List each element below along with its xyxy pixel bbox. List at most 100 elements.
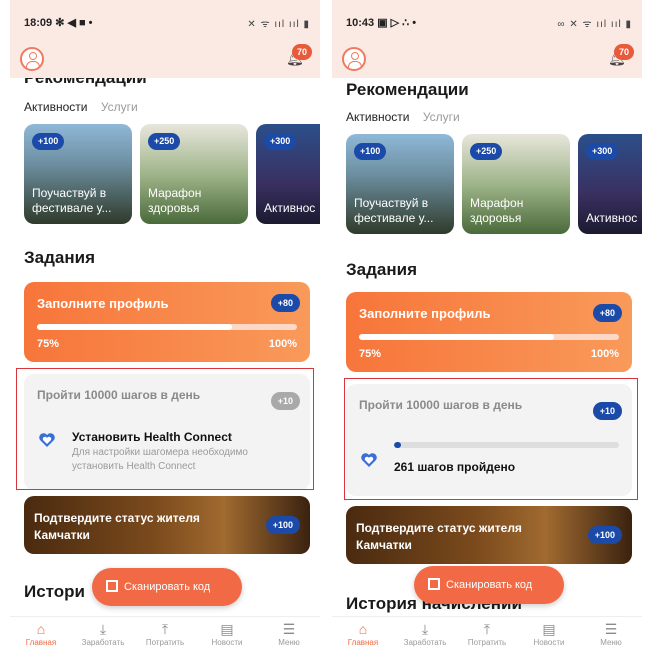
bottom-navigation: ⌂ Главная ⤓ Заработать ⤒ Потратить ▤ Нов…: [332, 616, 642, 656]
promo-label: Активнос: [586, 211, 638, 225]
recommendations-title: Рекомендации: [346, 80, 469, 99]
profile-progress-fill: [359, 334, 554, 340]
nav-item-menu[interactable]: ☰ Меню: [580, 621, 642, 647]
promo-points-badge: +300: [586, 143, 619, 160]
download-icon: ⤓: [99, 621, 107, 637]
nav-label: Заработать: [81, 638, 125, 647]
nav-item-spend[interactable]: ⤒ Потратить: [456, 621, 518, 647]
nav-item-home[interactable]: ⌂ Главная: [332, 621, 394, 647]
profile-avatar-icon[interactable]: [342, 47, 366, 71]
promo-card-festival[interactable]: +100 Поучаствуй в фестивале у...: [346, 134, 454, 234]
highlight-frame: [344, 378, 638, 500]
task-fill-profile[interactable]: Заполните профиль +80 75% 100%: [346, 292, 632, 372]
nav-item-menu[interactable]: ☰ Меню: [258, 621, 320, 647]
scan-code-label: Сканировать код: [446, 579, 533, 591]
promo-card-marathon[interactable]: +250 Марафон здоровья: [140, 124, 248, 224]
nav-label: Заработать: [403, 638, 447, 647]
points-badge: +100: [587, 526, 622, 544]
system-icons: ✕ ᯤ ııl ııl ▮: [247, 19, 310, 30]
tab-services[interactable]: Услуги: [101, 100, 138, 114]
home-icon: ⌂: [36, 621, 46, 637]
nav-item-news[interactable]: ▤ Новости: [518, 621, 580, 647]
profile-avatar-icon[interactable]: [20, 47, 44, 71]
promo-carousel: +100 Поучаствуй в фестивале у... +250 Ма…: [24, 124, 320, 224]
home-icon: ⌂: [358, 621, 368, 637]
phone-screen-right: 10:43 ▣ ▷ ∴ • ∞ ✕ ᯤ ııl ııl ▮ 🔔︎ 70 Реко…: [332, 0, 642, 656]
promo-label: Марафон здоровья: [148, 186, 202, 215]
progress-current-label: 75%: [37, 338, 60, 350]
nav-label: Главная: [347, 638, 379, 647]
system-icons: ∞ ✕ ᯤ ııl ııl ▮: [557, 19, 632, 30]
task-confirm-residency[interactable]: Подтвердите статус жителя Камчатки +100: [346, 506, 632, 564]
phone-screen-left: 18:09 ✻ ◀ ■ • ✕ ᯤ ııl ııl ▮ 🔔︎ 70 Рекоме…: [10, 0, 320, 656]
profile-progress-fill: [37, 324, 232, 330]
promo-card-festival[interactable]: +100 Поучаствуй в фестивале у...: [24, 124, 132, 224]
promo-card-activity[interactable]: +300 Активнос: [256, 124, 320, 224]
promo-points-badge: +100: [32, 133, 65, 150]
news-icon: ▤: [220, 621, 234, 637]
status-time: 18:09 ✻ ◀ ■ •: [24, 17, 93, 29]
promo-label: Марафон здоровья: [470, 196, 524, 225]
nav-item-news[interactable]: ▤ Новости: [196, 621, 258, 647]
qr-code-icon: [106, 580, 118, 592]
nav-label: Новости: [211, 638, 243, 647]
tasks-title: Задания: [346, 260, 417, 279]
nav-label: Потратить: [467, 638, 507, 647]
promo-label: Поучаствуй в фестивале у...: [32, 186, 112, 215]
nav-label: Меню: [600, 638, 622, 647]
highlight-frame: [16, 368, 314, 490]
points-badge: +80: [270, 294, 300, 312]
nav-item-spend[interactable]: ⤒ Потратить: [134, 621, 196, 647]
tab-activities[interactable]: Активности: [24, 100, 87, 114]
history-title: Истори: [24, 582, 85, 601]
nav-item-earn[interactable]: ⤓ Заработать: [394, 621, 456, 647]
profile-progress-bar: [359, 334, 619, 340]
tasks-title: Задания: [24, 248, 95, 267]
status-bar: 10:43 ▣ ▷ ∴ • ∞ ✕ ᯤ ııl ııl ▮: [332, 0, 642, 38]
task-title: Заполните профиль: [37, 296, 169, 311]
promo-points-badge: +300: [264, 133, 297, 150]
main-content: Рекомендации Активности Услуги +100 Поуч…: [332, 78, 642, 618]
app-header: 🔔︎ 70: [10, 38, 320, 78]
nav-item-home[interactable]: ⌂ Главная: [10, 621, 72, 647]
points-badge: +80: [592, 304, 622, 322]
scan-code-button[interactable]: Сканировать код: [414, 566, 564, 604]
menu-icon: ☰: [282, 621, 296, 637]
recommendation-tabs: Активности Услуги: [346, 110, 470, 124]
tab-activities[interactable]: Активности: [346, 110, 409, 124]
nav-label: Главная: [25, 638, 57, 647]
download-icon: ⤓: [421, 621, 429, 637]
task-title: Подтвердите статус жителя Камчатки: [356, 521, 522, 552]
promo-card-marathon[interactable]: +250 Марафон здоровья: [462, 134, 570, 234]
bottom-navigation: ⌂ Главная ⤓ Заработать ⤒ Потратить ▤ Нов…: [10, 616, 320, 656]
qr-code-icon: [428, 578, 440, 590]
progress-target-label: 100%: [590, 348, 619, 360]
menu-icon: ☰: [604, 621, 618, 637]
app-header: 🔔︎ 70: [332, 38, 642, 78]
nav-label: Потратить: [145, 638, 185, 647]
news-icon: ▤: [542, 621, 556, 637]
upload-icon: ⤒: [483, 621, 491, 637]
promo-points-badge: +250: [470, 143, 503, 160]
notification-badge: 70: [614, 44, 634, 60]
recommendations-title: Рекомендации: [24, 78, 147, 88]
progress-current-label: 75%: [359, 348, 382, 360]
nav-label: Новости: [533, 638, 565, 647]
task-title: Заполните профиль: [359, 306, 491, 321]
task-fill-profile[interactable]: Заполните профиль +80 75% 100%: [24, 282, 310, 362]
nav-item-earn[interactable]: ⤓ Заработать: [72, 621, 134, 647]
scan-code-button[interactable]: Сканировать код: [92, 568, 242, 606]
status-time: 10:43 ▣ ▷ ∴ •: [346, 17, 417, 29]
task-confirm-residency[interactable]: Подтвердите статус жителя Камчатки +100: [24, 496, 310, 554]
promo-carousel: +100 Поучаствуй в фестивале у... +250 Ма…: [346, 134, 642, 234]
recommendation-tabs: Активности Услуги: [24, 100, 148, 114]
notification-badge: 70: [292, 44, 312, 60]
progress-target-label: 100%: [268, 338, 297, 350]
task-title: Подтвердите статус жителя Камчатки: [34, 511, 200, 542]
promo-card-activity[interactable]: +300 Активнос: [578, 134, 642, 234]
promo-label: Активнос: [264, 201, 316, 215]
tab-services[interactable]: Услуги: [423, 110, 460, 124]
promo-points-badge: +250: [148, 133, 181, 150]
upload-icon: ⤒: [161, 621, 169, 637]
profile-progress-bar: [37, 324, 297, 330]
